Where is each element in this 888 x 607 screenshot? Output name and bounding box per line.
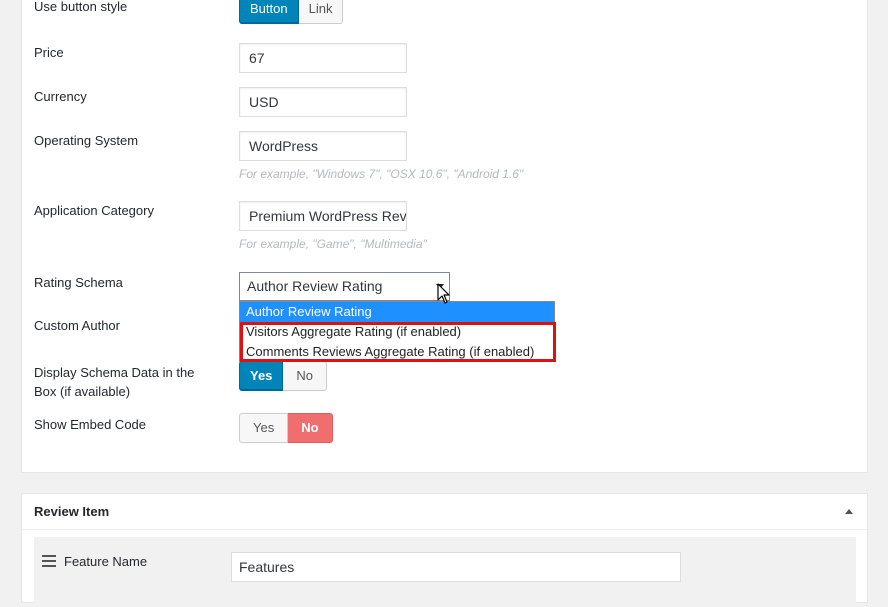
button-style-button-option[interactable]: Button [239, 0, 299, 24]
application-category-label: Application Category [34, 203, 154, 218]
review-item-row: Feature Name Features [34, 537, 856, 607]
rating-schema-selected-value: Author Review Rating [247, 278, 383, 294]
price-input[interactable]: 67 [239, 43, 407, 73]
display-schema-label-line1: Display Schema Data in the [34, 365, 195, 380]
highlight-annotation-box [240, 322, 556, 362]
button-style-toggle: Button Link [239, 0, 344, 24]
review-item-title: Review Item [34, 504, 110, 519]
review-item-header[interactable]: Review Item [22, 494, 867, 530]
rating-schema-select[interactable]: Author Review Rating [239, 272, 450, 301]
review-item-panel: Review Item Feature Name Features [21, 493, 868, 607]
custom-author-label: Custom Author [34, 318, 120, 333]
rating-option-author[interactable]: Author Review Rating [240, 302, 554, 322]
show-embed-toggle: Yes No [239, 413, 333, 443]
application-category-input[interactable]: Premium WordPress Rev [239, 201, 407, 231]
drag-handle-icon[interactable] [42, 555, 56, 567]
feature-name-label: Feature Name [64, 554, 148, 569]
price-label: Price [34, 45, 64, 60]
currency-label: Currency [34, 89, 87, 104]
feature-name-input[interactable]: Features [231, 552, 681, 582]
display-schema-yes-option[interactable]: Yes [239, 361, 284, 391]
show-embed-yes-option[interactable]: Yes [239, 413, 289, 443]
button-style-label: Use button style [34, 0, 128, 14]
button-style-link-option[interactable]: Link [298, 0, 344, 24]
display-schema-no-option[interactable]: No [283, 361, 328, 391]
operating-system-label: Operating System [34, 133, 139, 148]
currency-input[interactable]: USD [239, 87, 407, 117]
show-embed-label: Show Embed Code [34, 417, 147, 432]
operating-system-input[interactable]: WordPress [239, 131, 407, 161]
collapse-arrow-icon[interactable] [845, 509, 853, 514]
display-schema-label: Display Schema Data in the Box (if avail… [34, 363, 194, 401]
rating-schema-label: Rating Schema [34, 275, 123, 290]
schema-settings-panel [21, 0, 868, 473]
show-embed-no-option[interactable]: No [288, 413, 333, 443]
display-schema-label-line2: Box (if available) [34, 384, 131, 399]
display-schema-toggle: Yes No [239, 361, 328, 391]
application-category-hint: For example, "Game", "Multimedia" [239, 237, 427, 251]
operating-system-hint: For example, "Windows 7", "OSX 10.6", "A… [239, 167, 524, 181]
mouse-cursor-icon [437, 283, 450, 304]
